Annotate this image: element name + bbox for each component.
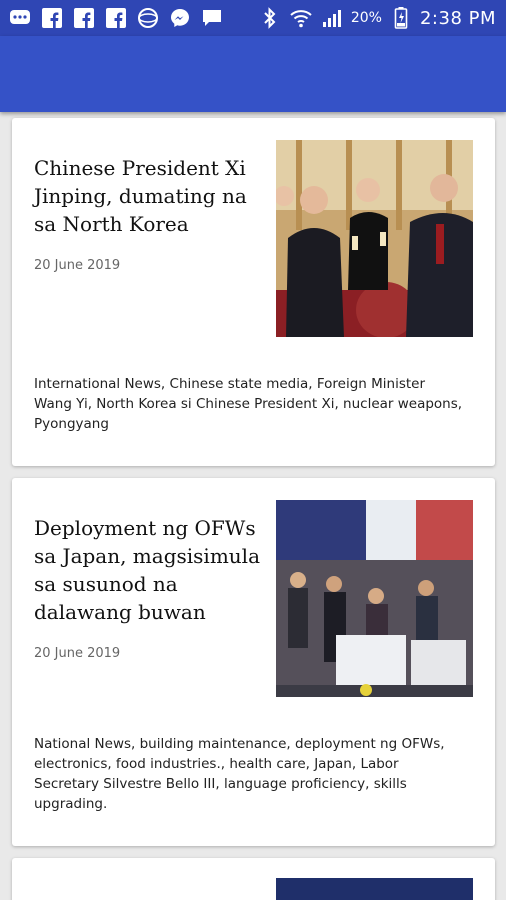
article-thumbnail[interactable] — [276, 140, 473, 337]
article-title[interactable]: Chinese President Xi Jinping, dumating n… — [34, 154, 262, 238]
facebook-icon — [72, 6, 96, 30]
chat-bubble-icon — [8, 6, 32, 30]
messenger-icon — [168, 6, 192, 30]
article-card[interactable] — [12, 858, 495, 900]
article-date: 20 June 2019 — [34, 258, 121, 273]
notification-icons — [0, 6, 224, 30]
article-thumbnail[interactable] — [276, 878, 473, 900]
facebook-icon — [104, 6, 128, 30]
article-thumbnail[interactable] — [276, 500, 473, 697]
world-icon — [136, 6, 160, 30]
article-feed[interactable]: Chinese President Xi Jinping, dumating n… — [0, 112, 506, 900]
article-tags: International News, Chinese state media,… — [34, 376, 463, 432]
facebook-icon — [40, 6, 64, 30]
app-bar — [0, 36, 506, 112]
battery-icon — [389, 6, 413, 30]
article-date: 20 June 2019 — [34, 646, 121, 661]
bluetooth-icon — [258, 6, 282, 30]
article-tags: National News, building maintenance, dep… — [34, 736, 445, 812]
status-bar: 20% 2:38 PM — [0, 0, 506, 36]
message-icon — [200, 6, 224, 30]
article-title[interactable]: Deployment ng OFWs sa Japan, magsisimula… — [34, 514, 262, 626]
battery-percentage: 20% — [350, 10, 382, 26]
article-card[interactable]: Chinese President Xi Jinping, dumating n… — [12, 118, 495, 466]
clock: 2:38 PM — [419, 7, 496, 29]
wifi-icon — [289, 6, 313, 30]
article-card[interactable]: Deployment ng OFWs sa Japan, magsisimula… — [12, 478, 495, 846]
signal-icon — [320, 6, 344, 30]
article-title[interactable] — [34, 892, 234, 900]
system-indicators: 20% 2:38 PM — [258, 6, 506, 30]
